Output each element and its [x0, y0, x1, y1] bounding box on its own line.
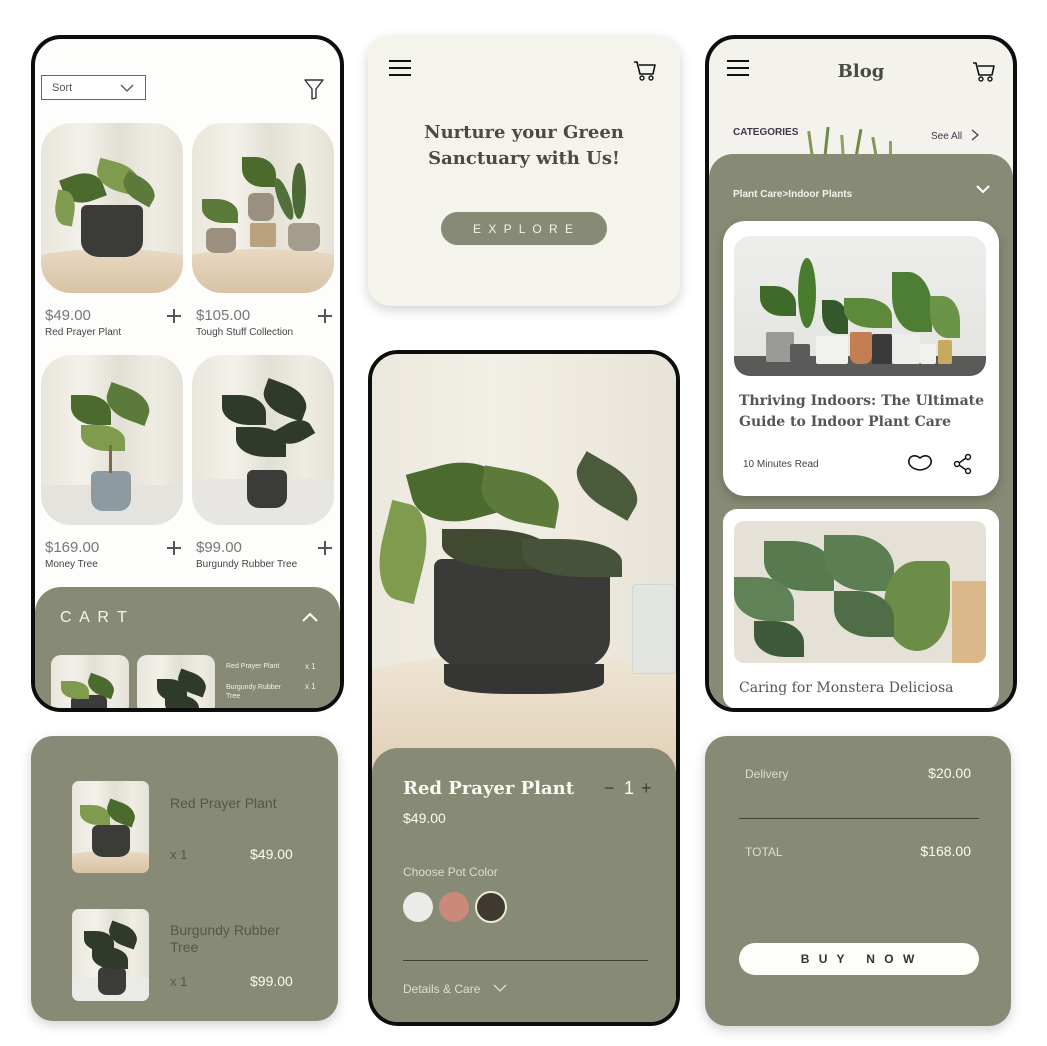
sort-label: Sort	[52, 82, 73, 94]
hero-card: Nurture your Green Sanctuary with Us! E …	[368, 36, 680, 306]
total-label: TOTAL	[745, 845, 783, 859]
decrement-button[interactable]: −	[604, 778, 615, 799]
cart-item-price: $49.00	[250, 846, 293, 862]
blog-post-card[interactable]: Thriving Indoors: The Ultimate Guide to …	[723, 221, 999, 496]
details-care-label: Details & Care	[403, 982, 481, 996]
product-name: Red Prayer Plant	[403, 778, 575, 799]
product-price: $99.00	[196, 539, 242, 556]
product-image-burgundy-rubber-tree[interactable]	[192, 355, 334, 525]
hero-headline-line2: Sanctuary with Us!	[428, 148, 620, 169]
cart-item-name: Burgundy Rubber Tree	[170, 922, 280, 956]
explore-button-label: E X P L O R E	[472, 222, 576, 236]
checkout-card: Delivery $20.00 TOTAL $168.00 B U Y N O …	[705, 736, 1011, 1026]
shop-screen: Sort $49.00 Red Prayer Plant $105.00 Tou…	[31, 35, 344, 712]
cart-item-thumb	[51, 655, 129, 708]
hamburger-menu-icon[interactable]	[389, 60, 411, 76]
add-to-cart-icon[interactable]	[167, 541, 181, 555]
chevron-right-icon	[971, 129, 979, 141]
add-to-cart-icon[interactable]	[318, 309, 332, 323]
product-info-panel: Red Prayer Plant $49.00 − 1 + Choose Pot…	[372, 748, 676, 1022]
buy-now-button[interactable]: B U Y N O W	[739, 943, 979, 975]
blog-post-title-line2: Guide to Indoor Plant Care	[739, 414, 952, 430]
chevron-down-icon	[493, 984, 507, 993]
sort-dropdown[interactable]: Sort	[41, 75, 146, 100]
pot-color-swatch-charcoal[interactable]	[475, 891, 507, 923]
categories-label: CATEGORIES	[733, 127, 799, 138]
cart-item-qty: x 1	[170, 974, 188, 989]
see-all-label: See All	[931, 131, 963, 142]
product-detail-screen: Red Prayer Plant $49.00 − 1 + Choose Pot…	[368, 350, 680, 1026]
filter-icon[interactable]	[303, 77, 325, 101]
details-care-toggle[interactable]: Details & Care	[403, 980, 507, 998]
product-name: Red Prayer Plant	[45, 327, 122, 338]
cart-item-image	[72, 909, 149, 1001]
blog-post-title-line1: Thriving Indoors: The Ultimate	[739, 393, 985, 409]
chevron-up-icon[interactable]	[301, 611, 319, 623]
cart-item-name: Red Prayer Plant	[170, 795, 277, 811]
cart-drawer: C A R T Red Prayer Plant x 1 Burgundy Ru…	[35, 587, 340, 708]
blog-post-title: Caring for Monstera Deliciosa	[739, 680, 954, 696]
cart-item-qty: x 1	[170, 847, 188, 862]
product-price: $49.00	[45, 307, 91, 324]
explore-button[interactable]: E X P L O R E	[441, 212, 607, 245]
breadcrumb-label: Plant Care>Indoor Plants	[733, 189, 853, 200]
blog-content-panel: Plant Care>Indoor Plants Thriving Indoor…	[709, 154, 1013, 708]
see-all-link[interactable]: See All	[931, 126, 979, 144]
pot-color-label: Choose Pot Color	[403, 865, 498, 879]
cart-item-price: $99.00	[250, 973, 293, 989]
read-time: 10 Minutes Read	[743, 459, 819, 470]
delivery-label: Delivery	[745, 767, 789, 781]
heart-icon[interactable]	[907, 453, 933, 473]
product-price: $105.00	[196, 307, 251, 324]
pot-color-swatch-terracotta[interactable]	[439, 892, 469, 922]
cart-item-name-line2: Tree	[170, 939, 199, 955]
cart-item-qty: x 1	[305, 662, 316, 671]
product-hero-image	[372, 354, 676, 774]
product-name: Money Tree	[45, 559, 98, 570]
add-to-cart-icon[interactable]	[167, 309, 181, 323]
blog-post-image	[734, 236, 986, 376]
cart-item-name-line1: Burgundy Rubber	[170, 922, 280, 938]
cart-summary-card: Red Prayer Plant x 1 $49.00 Burgundy Rub…	[31, 736, 338, 1021]
cart-item-thumb	[137, 655, 215, 708]
blog-post-card[interactable]: Caring for Monstera Deliciosa	[723, 509, 999, 708]
page-title: Blog	[837, 61, 885, 82]
product-image-red-prayer-plant[interactable]	[41, 123, 183, 293]
cart-title: C A R T	[60, 609, 129, 626]
product-name: Burgundy Rubber Tree	[196, 559, 298, 570]
hero-headline: Nurture your Green Sanctuary with Us!	[368, 120, 680, 172]
cart-icon[interactable]	[633, 60, 657, 82]
blog-post-image	[734, 521, 986, 663]
cart-item-name: Burgundy Rubber Tree	[226, 684, 281, 700]
buy-now-label: B U Y N O W	[800, 952, 918, 966]
cart-icon[interactable]	[972, 61, 996, 83]
product-name: Tough Stuff Collection	[196, 327, 294, 338]
pot-color-swatch-white[interactable]	[403, 892, 433, 922]
product-price: $169.00	[45, 539, 100, 556]
add-to-cart-icon[interactable]	[318, 541, 332, 555]
category-breadcrumb[interactable]: Plant Care>Indoor Plants	[733, 184, 993, 202]
blog-post-title: Thriving Indoors: The Ultimate Guide to …	[739, 391, 984, 433]
chevron-down-icon	[120, 84, 134, 92]
cart-item-qty: x 1	[305, 682, 316, 691]
product-image-money-tree[interactable]	[41, 355, 183, 525]
hero-headline-line1: Nurture your Green	[424, 122, 624, 143]
blog-screen: Blog CATEGORIES See All Plant Care>Indoo…	[705, 35, 1017, 712]
increment-button[interactable]: +	[641, 778, 652, 799]
cart-item-image	[72, 781, 149, 873]
share-icon[interactable]	[953, 453, 973, 475]
total-value: $168.00	[920, 843, 971, 859]
cart-item-name: Red Prayer Plant	[226, 663, 280, 670]
divider	[403, 960, 648, 961]
product-image-tough-stuff-collection[interactable]	[192, 123, 334, 293]
divider	[739, 818, 979, 819]
chevron-down-icon	[976, 185, 990, 194]
quantity-value: 1	[624, 778, 635, 798]
product-price: $49.00	[403, 810, 446, 826]
grass-decoration	[799, 121, 909, 158]
delivery-value: $20.00	[928, 765, 971, 781]
